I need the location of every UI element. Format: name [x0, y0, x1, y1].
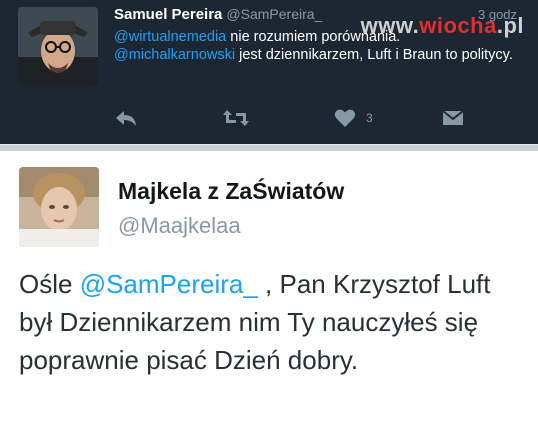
- mention-link[interactable]: @michalkarnowski: [114, 47, 235, 63]
- retweet-button[interactable]: [222, 104, 250, 132]
- reply-icon: [116, 111, 136, 126]
- retweet-icon: [223, 110, 249, 126]
- like-count: 3: [366, 111, 373, 125]
- like-button[interactable]: 3: [334, 104, 373, 132]
- avatar-photo: [19, 167, 99, 247]
- avatar[interactable]: [18, 7, 98, 87]
- author-name[interactable]: Samuel Pereira @SamPereira_: [114, 6, 322, 23]
- tweet-text: Ośle @SamPereira_ , Pan Krzysztof Luft b…: [19, 269, 491, 375]
- tweet-top: Samuel Pereira @SamPereira_ 3 godz www.wi…: [0, 0, 538, 148]
- avatar-photo: [18, 7, 98, 87]
- direct-message-button[interactable]: [441, 104, 465, 132]
- tweet-actions: 3: [0, 104, 538, 134]
- divider: [0, 144, 538, 151]
- author-handle[interactable]: @Maajkelaa: [118, 213, 241, 239]
- heart-icon: [334, 109, 356, 127]
- author-name[interactable]: Majkela z ZaŚwiatów: [118, 178, 344, 205]
- tweet-text: @wirtualnemedia nie rozumiem porównania.…: [114, 29, 513, 63]
- avatar[interactable]: [19, 167, 99, 247]
- mention-link[interactable]: @wirtualnemedia: [114, 29, 226, 45]
- direct-message-icon: [442, 110, 464, 125]
- mention-link[interactable]: @SamPereira_: [80, 269, 258, 299]
- author-handle[interactable]: @SamPereira_: [226, 6, 322, 22]
- reply-button[interactable]: [114, 104, 138, 132]
